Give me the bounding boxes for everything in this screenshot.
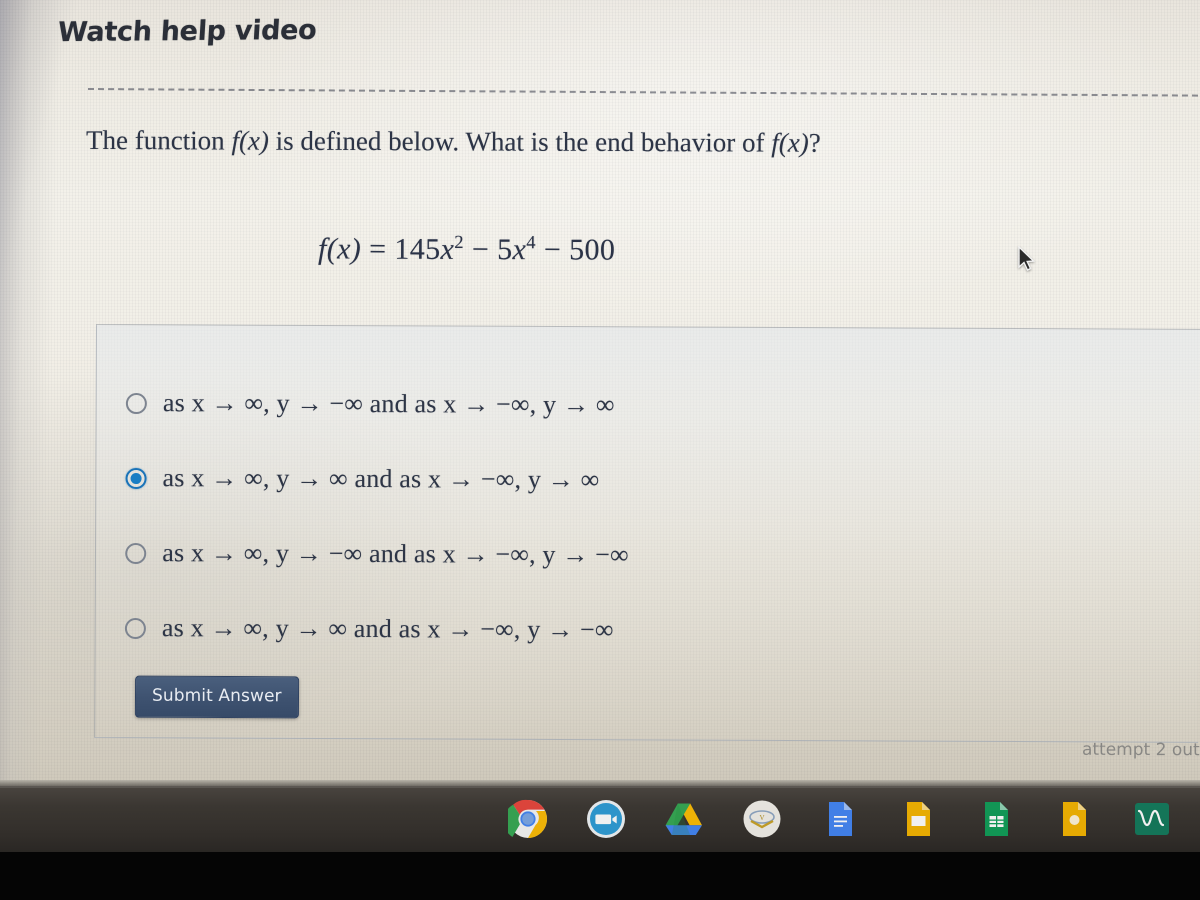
photographed-screen: Watch help video The function f(x) is de…	[0, 0, 1200, 900]
google-drive-icon[interactable]	[664, 799, 704, 839]
chrome-icon[interactable]	[503, 799, 548, 839]
google-docs-icon[interactable]	[820, 799, 860, 839]
function-equation: f(x) = 145x2 − 5x4 − 500	[318, 231, 615, 267]
svg-text:V: V	[759, 814, 764, 822]
answer-option-label-2: as x → ∞, y → ∞ and as x → −∞, y → ∞	[162, 463, 600, 495]
laptop-screen: Watch help video The function f(x) is de…	[0, 0, 1200, 786]
equation-lhs: f(x)	[317, 232, 362, 266]
question-function-1: f(x)	[231, 125, 269, 156]
radio-button-2[interactable]	[125, 467, 147, 489]
google-slides-icon[interactable]	[898, 799, 938, 839]
school-logo-icon[interactable]: V	[742, 799, 782, 839]
question-text-middle: is defined below. What is the end behavi…	[268, 125, 772, 158]
equation-term2-var: x	[512, 233, 527, 267]
question-function-2: f(x)	[771, 127, 809, 158]
answer-option-4[interactable]: as x → ∞, y → ∞ and as x → −∞, y → −∞	[124, 603, 1125, 657]
equation-op2: −	[543, 233, 562, 267]
answer-option-2[interactable]: as x → ∞, y → ∞ and as x → −∞, y → ∞	[125, 453, 1125, 507]
equation-op1: −	[471, 233, 490, 267]
quiz-page: Watch help video The function f(x) is de…	[0, 0, 1200, 786]
radio-button-1[interactable]	[125, 392, 147, 414]
equation-term1-coeff: 145	[394, 232, 441, 266]
radio-button-3[interactable]	[125, 542, 147, 564]
mouse-cursor-icon	[1018, 246, 1036, 271]
question-text-prefix: The function	[85, 124, 232, 156]
watch-help-video-link[interactable]: Watch help video	[57, 15, 317, 48]
chromeos-shelf[interactable]: V	[0, 786, 1200, 852]
equation-equals: =	[369, 232, 387, 266]
google-keep-icon[interactable]	[1054, 799, 1094, 839]
question-text-suffix: ?	[808, 127, 821, 158]
zoom-icon[interactable]	[586, 799, 626, 839]
radio-button-4[interactable]	[124, 617, 146, 639]
equation-term1-var: x	[440, 232, 455, 266]
submit-answer-button[interactable]: Submit Answer	[134, 675, 299, 719]
question-prompt: The function f(x) is defined below. What…	[86, 123, 1146, 162]
equation-term2-coeff: 5	[497, 233, 513, 267]
section-divider	[87, 88, 1198, 97]
equation-term2-exponent: 4	[526, 232, 537, 254]
google-sheets-icon[interactable]	[976, 799, 1016, 839]
answer-option-label-3: as x → ∞, y → −∞ and as x → −∞, y → −∞	[162, 538, 629, 570]
equation-term1-exponent: 2	[454, 231, 465, 253]
equation-term3: 500	[569, 233, 616, 267]
desmos-icon[interactable]	[1132, 799, 1172, 839]
device-bottom-edge	[0, 852, 1200, 900]
answer-option-label-1: as x → ∞, y → −∞ and as x → −∞, y → ∞	[162, 388, 615, 420]
answer-option-3[interactable]: as x → ∞, y → −∞ and as x → −∞, y → −∞	[125, 528, 1125, 582]
answer-option-label-4: as x → ∞, y → ∞ and as x → −∞, y → −∞	[161, 613, 614, 645]
answer-option-1[interactable]: as x → ∞, y → −∞ and as x → −∞, y → ∞	[125, 378, 1126, 432]
answer-options-group: as x → ∞, y → −∞ and as x → −∞, y → ∞ as …	[124, 378, 1126, 682]
shelf-app-list: V	[0, 786, 1200, 852]
attempt-counter-text: attempt 2 out	[1082, 739, 1200, 761]
